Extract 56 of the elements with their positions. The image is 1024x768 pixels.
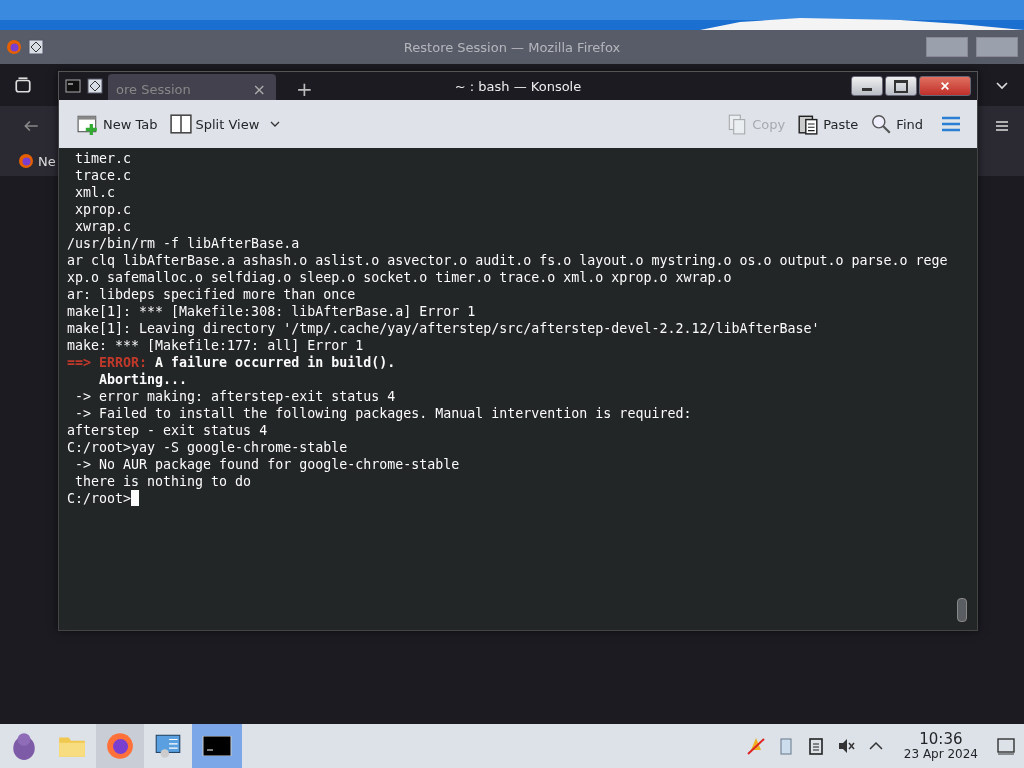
- toolbar-button[interactable]: Paste: [795, 109, 861, 139]
- new-tab-button[interactable]: +: [296, 77, 313, 101]
- terminal-line: make[1]: Leaving directory '/tmp/.cache/yay/afterstep/src/afterstep-devel-2.2.12/libAfterBase': [67, 320, 820, 337]
- maximize-button[interactable]: [885, 76, 917, 96]
- menu-icon[interactable]: [994, 118, 1010, 134]
- browser-logo-icon: [18, 153, 34, 169]
- toolbar-button[interactable]: New Tab: [75, 109, 160, 139]
- browser-icon[interactable]: [96, 724, 144, 768]
- window-title: ~ : bash — Konsole: [454, 78, 582, 94]
- terminal-line: timer.c: [74, 150, 132, 167]
- close-icon: [940, 81, 950, 91]
- toolbar-button[interactable]: Split View: [167, 109, 262, 139]
- terminal-line: xp.o safemalloc.o selfdiag.o sleep.o socket.o timer.o trace.o xml.o xprop.o xwrap.o: [67, 269, 732, 286]
- terminal-line: xwrap.c: [74, 218, 132, 235]
- error-label: ==> ERROR:: [67, 354, 148, 371]
- terminal-line: C:/root>yay -S google-chrome-stable: [67, 439, 348, 456]
- minimize-button[interactable]: [851, 76, 883, 96]
- terminal-prompt: C:/root>: [67, 490, 132, 507]
- terminal-line: -> Failed to install the following packages. Manual intervention is required:: [74, 405, 692, 422]
- split-view-icon: [169, 113, 192, 135]
- window-title: Restore Session — Mozilla Firefox: [403, 39, 621, 55]
- new-tab-icon: [77, 113, 99, 135]
- terminal-line: xprop.c: [74, 201, 132, 218]
- terminal-task-button[interactable]: [192, 724, 242, 768]
- tab-list-icon[interactable]: [14, 76, 32, 94]
- show-desktop-icon[interactable]: [996, 736, 1016, 756]
- menu-icon[interactable]: [941, 116, 961, 132]
- terminal-line: make: *** [Makefile:177: all] Error 1: [67, 337, 364, 354]
- text-cursor: [131, 490, 140, 506]
- diamond-icon[interactable]: [28, 39, 44, 55]
- clock-time[interactable]: 10:36: [919, 731, 963, 747]
- terminal-line: xml.c: [74, 184, 116, 201]
- terminal-line: /usr/bin/rm -f libAfterBase.a: [67, 235, 300, 252]
- scrollbar[interactable]: [957, 598, 967, 622]
- close-button[interactable]: [919, 76, 971, 96]
- terminal-icon: [65, 78, 81, 94]
- paste-icon: [797, 113, 820, 135]
- bell-muted-icon[interactable]: [745, 736, 766, 756]
- terminal-line: -> error making: afterstep-exit status 4: [74, 388, 396, 405]
- diamond-icon[interactable]: [87, 78, 103, 94]
- terminal-line: make[1]: *** [Makefile:308: libAfterBase.a] Error 1: [67, 303, 476, 320]
- terminal-line: Aborting...: [98, 371, 188, 388]
- terminal-line: afterstep - exit status 4: [67, 422, 268, 439]
- terminal-line: ar clq libAfterBase.a ashash.o aslist.o asvector.o audit.o fs.o layout.o mystring.o os.o output.o parse.o rege: [67, 252, 948, 269]
- terminal-line: -> No AUR package found for google-chrome-stable: [74, 456, 460, 473]
- terminal-line: A failure occurred in build().: [155, 354, 396, 371]
- search-icon: [870, 113, 893, 135]
- toolbar-button[interactable]: Find: [868, 109, 925, 139]
- terminal-icon: [202, 736, 232, 756]
- terminal-line: there is nothing to do: [74, 473, 252, 490]
- close-tab-button[interactable]: ×: [252, 79, 266, 99]
- terminal-line: trace.c: [74, 167, 132, 184]
- terminal-line: ar: libdeps specified more than once: [67, 286, 356, 303]
- bookmark-link[interactable]: Ne: [18, 153, 56, 169]
- clock-date[interactable]: 23 Apr 2024: [903, 747, 978, 761]
- browser-logo-icon: [6, 39, 22, 55]
